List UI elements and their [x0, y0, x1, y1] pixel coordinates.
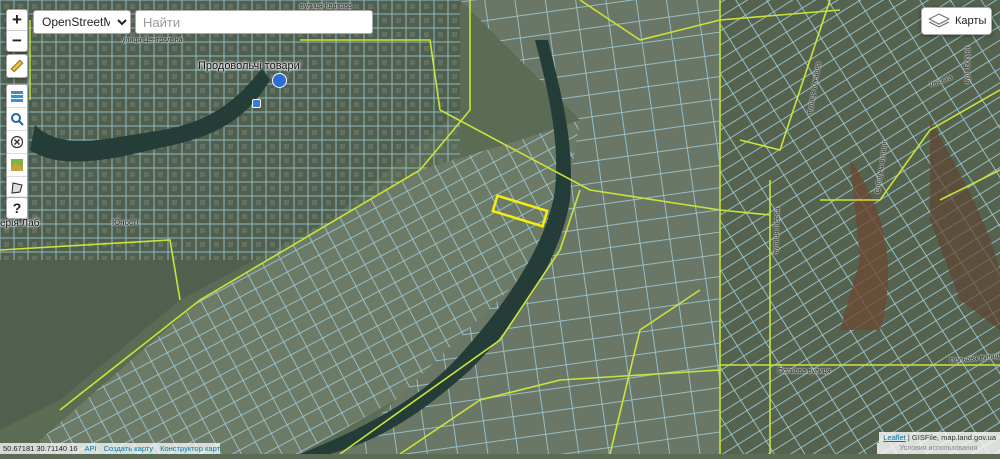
clear-icon — [10, 135, 24, 149]
street-label-kvitkova: вулиця Квіткова — [300, 3, 352, 10]
leaflet-link[interactable]: Leaflet — [883, 433, 906, 442]
map-canvas[interactable] — [0, 0, 1000, 455]
shop-poi-icon[interactable] — [272, 73, 287, 88]
attribution-separator: | — [907, 433, 910, 442]
attribution-source: GISFile, map.land.gov.ua — [911, 433, 996, 442]
street-label-lab: ерія Лаб — [0, 218, 40, 229]
maps-layer-button[interactable]: Карты — [921, 7, 992, 35]
help-button[interactable]: ? — [7, 198, 27, 218]
attribution: Leaflet | GISFile, map.land.gov.ua — [879, 432, 1000, 443]
zoom-in-button[interactable]: + — [7, 10, 27, 30]
street-label-bohuna: вул. Богуна — [964, 46, 972, 84]
bus-stop-icon[interactable] — [252, 99, 261, 108]
base-layer-select[interactable]: OpenStreetMap — [33, 10, 131, 34]
magnifier-icon — [11, 113, 24, 126]
coordinates-readout: 50.67181 30.71140 16 — [3, 444, 78, 453]
clear-button[interactable] — [7, 130, 27, 153]
terms-link[interactable]: Условия использования — [877, 443, 1000, 454]
street-label-top: улиця Центральна — [122, 37, 183, 44]
land-icon — [11, 159, 23, 171]
layers-icon — [928, 13, 950, 28]
map-constructor-link[interactable]: Конструктор карт — [160, 443, 220, 454]
search-input[interactable] — [135, 10, 373, 34]
layers-stack-icon — [11, 91, 23, 102]
search-tool-button[interactable] — [7, 107, 27, 130]
layers-stack-button[interactable] — [7, 85, 27, 107]
polygon-button[interactable] — [7, 176, 27, 199]
ruler-button[interactable] — [7, 55, 27, 77]
street-label-yunosti: Юності — [112, 218, 139, 227]
polygon-icon — [11, 182, 23, 194]
ruler-icon — [10, 59, 24, 73]
zoom-control: + − — [6, 9, 28, 52]
tool-control-2 — [6, 84, 28, 200]
zoom-out-button[interactable]: − — [7, 30, 27, 51]
api-link[interactable]: API — [85, 443, 97, 454]
create-map-link[interactable]: Создать карту — [104, 443, 153, 454]
land-layer-button[interactable] — [7, 153, 27, 176]
tool-control — [6, 54, 28, 78]
street-label-polova-1: Польова вулиця — [778, 368, 831, 375]
satellite-imagery[interactable] — [0, 0, 1000, 455]
footer-bar: 50.67181 30.71140 16 API Создать карту К… — [0, 443, 221, 454]
poi-label-shop: Продовольчі товари — [198, 60, 300, 72]
maps-layer-label: Карты — [955, 15, 987, 27]
help-control: ? — [6, 197, 28, 219]
